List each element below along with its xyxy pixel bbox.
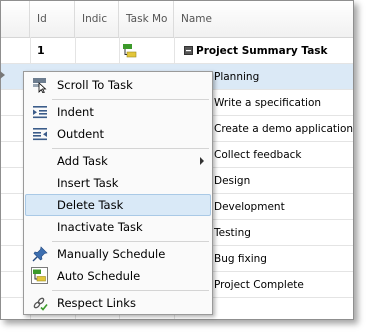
menu-item-label: Indent [57,105,94,119]
indent-icon [32,104,48,120]
task-name[interactable]: Project Complete [214,272,304,298]
outdent-icon [32,126,48,142]
menu-item-label: Delete Task [57,198,124,212]
menu-item-respect-links[interactable]: Respect Links [25,292,211,314]
task-name[interactable]: Create a demo application [214,116,353,142]
menu-item-delete-task[interactable]: Delete Task [25,194,211,216]
row-id: 1 [37,44,45,57]
task-name[interactable]: Write a specification [214,90,321,116]
menu-item-label: Respect Links [57,296,136,310]
menu-item-label: Auto Schedule [57,269,141,283]
menu-item-label: Outdent [57,127,105,141]
task-name[interactable]: Collect feedback [214,142,302,168]
menu-item-indent[interactable]: Indent [25,101,211,123]
menu-item-label: Manually Schedule [57,247,166,261]
auto-schedule-icon [122,43,138,62]
column-header-id[interactable]: Id [30,1,75,37]
menu-item-add-task[interactable]: Add Task [25,150,211,172]
menu-item-outdent[interactable]: Outdent [25,123,211,145]
task-name[interactable]: Bug fixing [214,246,267,272]
column-header-name[interactable]: Name [174,1,353,37]
collapse-icon[interactable] [184,46,193,58]
menu-item-auto-schedule[interactable]: Auto Schedule [25,265,211,287]
context-menu: Scroll To Task Indent Outdent Add Task I… [23,71,213,315]
menu-item-label: Add Task [57,154,108,168]
column-header-indicators[interactable]: Indic [75,1,119,37]
menu-item-inactivate-task[interactable]: Inactivate Task [25,216,211,238]
link-check-icon [32,295,48,311]
menu-item-label: Insert Task [57,176,119,190]
column-header-task-mode[interactable]: Task Mo [119,1,174,37]
task-name[interactable]: Testing [214,220,251,246]
grid-header: Id Indic Task Mo Name [1,1,353,38]
menu-item-insert-task[interactable]: Insert Task [25,172,211,194]
row-pointer-icon [0,71,5,79]
submenu-arrow-icon [200,157,204,165]
task-name[interactable]: Planning [214,64,259,90]
pin-icon [32,246,48,262]
menu-item-scroll-to-task[interactable]: Scroll To Task [25,74,211,96]
auto-schedule-icon [31,267,48,284]
scroll-to-task-icon [32,77,48,94]
menu-item-label: Inactivate Task [57,220,143,234]
table-row[interactable]: 1 Project Summary Task [1,38,353,64]
task-name[interactable]: Development [214,194,285,220]
menu-item-manually-schedule[interactable]: Manually Schedule [25,243,211,265]
row-header-corner [1,1,30,37]
task-name[interactable]: Project Summary Task [196,38,328,64]
menu-item-label: Scroll To Task [57,78,133,92]
task-name[interactable]: Design [214,168,250,194]
